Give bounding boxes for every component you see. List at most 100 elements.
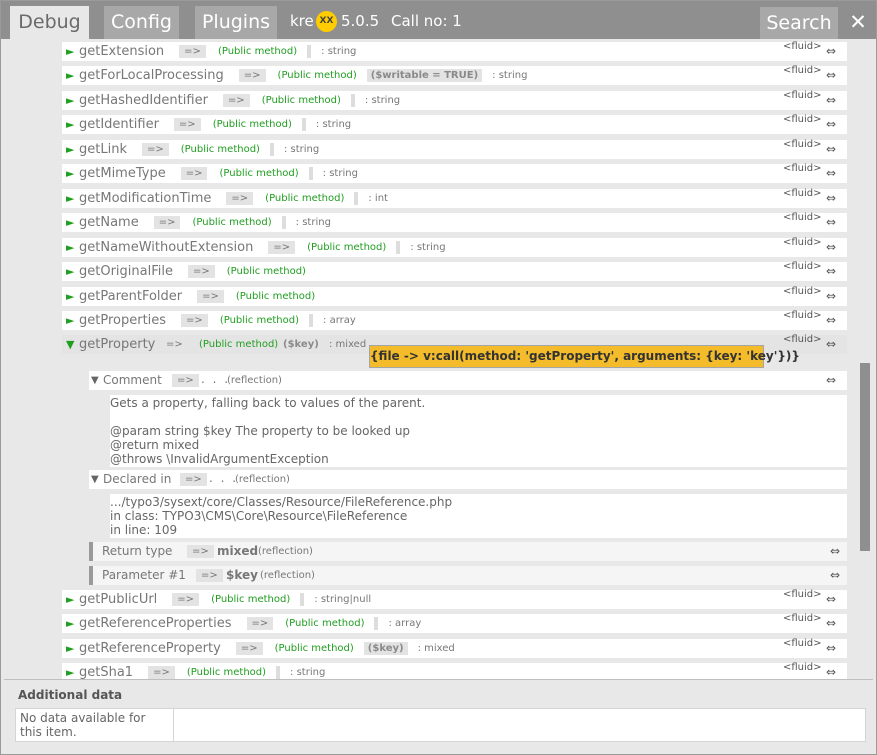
- separator: [276, 666, 281, 679]
- expand-toggle-icon[interactable]: ⇔: [826, 639, 836, 658]
- method-row[interactable]: ► getExtension => (Public method): string <f…: [62, 39, 847, 61]
- ellipsis: . . .: [201, 372, 231, 386]
- fluid-code-button[interactable]: <fluid>: [783, 587, 822, 603]
- return-type-row[interactable]: Return type => mixed (reflection) ⇔: [89, 542, 847, 561]
- expand-toggle-icon[interactable]: ⇔: [826, 335, 836, 354]
- comment-row[interactable]: ▼ Comment => . . . (reflection) ⇔: [89, 371, 847, 390]
- expand-toggle-icon[interactable]: ⇔: [826, 262, 836, 281]
- fluid-code-button[interactable]: <fluid>: [783, 210, 822, 226]
- expand-arrow-icon[interactable]: ►: [66, 240, 76, 255]
- expand-toggle-icon[interactable]: ⇔: [830, 542, 840, 561]
- method-row[interactable]: ► getHashedIdentifier => (Public method): s…: [62, 88, 847, 110]
- fluid-code-button[interactable]: <fluid>: [783, 39, 822, 55]
- method-row[interactable]: ► getNameWithoutExtension => (Public method…: [62, 235, 847, 257]
- declared-in-row[interactable]: ▼ Declared in => . . . (reflection): [89, 470, 847, 489]
- method-row[interactable]: ► getModificationTime => (Public method): i…: [62, 186, 847, 208]
- expand-toggle-icon[interactable]: ⇔: [826, 213, 836, 232]
- search-button[interactable]: Search: [760, 7, 838, 39]
- fluid-code-button[interactable]: <fluid>: [783, 186, 822, 202]
- method-name: getNameWithoutExtension: [79, 239, 254, 255]
- expand-arrow-icon[interactable]: ►: [66, 44, 76, 59]
- method-row[interactable]: ► getOriginalFile => (Public method) <fluid>…: [62, 259, 847, 282]
- separator: [374, 617, 379, 631]
- fluid-code-button[interactable]: <fluid>: [783, 611, 822, 627]
- method-visibility: (Public method): [265, 192, 345, 204]
- expand-arrow-icon[interactable]: ►: [66, 592, 76, 607]
- expand-arrow-icon[interactable]: ▼: [66, 337, 76, 352]
- call-number: Call no: 1: [391, 12, 462, 30]
- expand-toggle-icon[interactable]: ⇔: [826, 614, 836, 633]
- fluid-code-button[interactable]: <fluid>: [783, 284, 822, 300]
- method-row[interactable]: ► getParentFolder => (Public method) <fluid>…: [62, 284, 847, 306]
- tab-debug[interactable]: Debug: [10, 6, 89, 39]
- expand-arrow-icon[interactable]: ►: [66, 264, 76, 279]
- method-visibility: (Public method): [211, 594, 291, 605]
- scrollbar-thumb[interactable]: [860, 363, 870, 551]
- fluid-code-button[interactable]: <fluid>: [783, 660, 822, 676]
- method-row[interactable]: ► getMimeType => (Public method): string <fl…: [62, 161, 847, 184]
- method-row[interactable]: ► getForLocalProcessing => (Public method) (…: [62, 63, 847, 86]
- method-row[interactable]: ► getPublicUrl => (Public method): string|n…: [62, 587, 847, 609]
- expand-toggle-icon[interactable]: ⇔: [826, 140, 836, 159]
- operator: =>: [141, 142, 169, 156]
- fluid-code-button[interactable]: <fluid>: [783, 137, 822, 153]
- fluid-code-button[interactable]: <fluid>: [783, 308, 822, 324]
- fluid-code-button[interactable]: <fluid>: [783, 63, 822, 79]
- fluid-code-button[interactable]: <fluid>: [783, 636, 822, 652]
- separator: [300, 593, 305, 606]
- expand-arrow-icon[interactable]: ►: [66, 289, 76, 304]
- expand-arrow-icon[interactable]: ►: [66, 191, 76, 206]
- expand-arrow-icon[interactable]: ►: [66, 313, 76, 328]
- expand-toggle-icon[interactable]: ⇔: [826, 42, 836, 61]
- tab-plugins[interactable]: Plugins: [195, 6, 277, 39]
- expand-toggle-icon[interactable]: ⇔: [826, 371, 836, 390]
- parameter-label: Parameter #1: [102, 568, 186, 582]
- operator: =>: [166, 339, 183, 350]
- debug-tree: ► getExtension => (Public method): string <f…: [1, 39, 876, 679]
- expand-toggle-icon[interactable]: ⇔: [830, 566, 840, 585]
- expand-arrow-icon[interactable]: ►: [66, 215, 76, 230]
- close-icon[interactable]: ✕: [847, 9, 869, 35]
- expand-arrow-icon[interactable]: ►: [66, 641, 76, 656]
- method-row[interactable]: ► getProperties => (Public method): array <f…: [62, 308, 847, 330]
- method-row[interactable]: ► getIdentifier => (Public method): string <…: [62, 112, 847, 135]
- parameter-row[interactable]: Parameter #1 => $key (reflection) ⇔: [89, 566, 847, 585]
- tab-config[interactable]: Config: [104, 6, 179, 39]
- fluid-code-button[interactable]: <fluid>: [783, 88, 822, 104]
- fluid-code-button[interactable]: <fluid>: [783, 259, 822, 275]
- expand-toggle-icon[interactable]: ⇔: [826, 287, 836, 306]
- expand-toggle-icon[interactable]: ⇔: [826, 66, 836, 85]
- header-bar: Debug Config Plugins kre XX 5.0.5 Call n…: [1, 1, 876, 39]
- method-row[interactable]: ► getSha1 => (Public method): string <fluid>…: [62, 660, 847, 679]
- expand-toggle-icon[interactable]: ⇔: [826, 238, 836, 257]
- expand-arrow-icon[interactable]: ►: [66, 68, 76, 83]
- method-name: getOriginalFile: [79, 264, 173, 280]
- operator: =>: [187, 545, 214, 558]
- expand-arrow-icon[interactable]: ►: [66, 117, 76, 132]
- expand-toggle-icon[interactable]: ⇔: [826, 590, 836, 609]
- method-row[interactable]: ► getLink => (Public method): string <fluid>…: [62, 137, 847, 159]
- method-row[interactable]: ► getName => (Public method): string <fluid>…: [62, 210, 847, 233]
- return-type: : string|null: [314, 594, 372, 605]
- expand-toggle-icon[interactable]: ⇔: [826, 189, 836, 208]
- fluid-code-button[interactable]: <fluid>: [783, 332, 822, 348]
- collapse-arrow-icon[interactable]: ▼: [91, 371, 99, 390]
- expand-arrow-icon[interactable]: ►: [66, 93, 76, 108]
- expand-toggle-icon[interactable]: ⇔: [826, 115, 836, 134]
- fluid-code-button[interactable]: <fluid>: [783, 161, 822, 177]
- expand-toggle-icon[interactable]: ⇔: [826, 91, 836, 110]
- fluid-code-button[interactable]: <fluid>: [783, 235, 822, 251]
- expand-toggle-icon[interactable]: ⇔: [826, 663, 836, 679]
- expand-toggle-icon[interactable]: ⇔: [826, 311, 836, 330]
- expand-arrow-icon[interactable]: ►: [66, 616, 76, 631]
- collapse-arrow-icon[interactable]: ▼: [91, 470, 99, 489]
- method-row[interactable]: ► getReferenceProperty => (Public method) ($…: [62, 636, 847, 658]
- expand-arrow-icon[interactable]: ►: [66, 166, 76, 181]
- fluid-code-button[interactable]: <fluid>: [783, 112, 822, 128]
- method-row[interactable]: ► getReferenceProperties => (Public method)…: [62, 611, 847, 634]
- expand-arrow-icon[interactable]: ►: [66, 142, 76, 157]
- additional-data-title: Additional data: [18, 688, 123, 702]
- return-type: : array: [323, 314, 356, 326]
- expand-arrow-icon[interactable]: ►: [66, 665, 76, 679]
- expand-toggle-icon[interactable]: ⇔: [826, 164, 836, 183]
